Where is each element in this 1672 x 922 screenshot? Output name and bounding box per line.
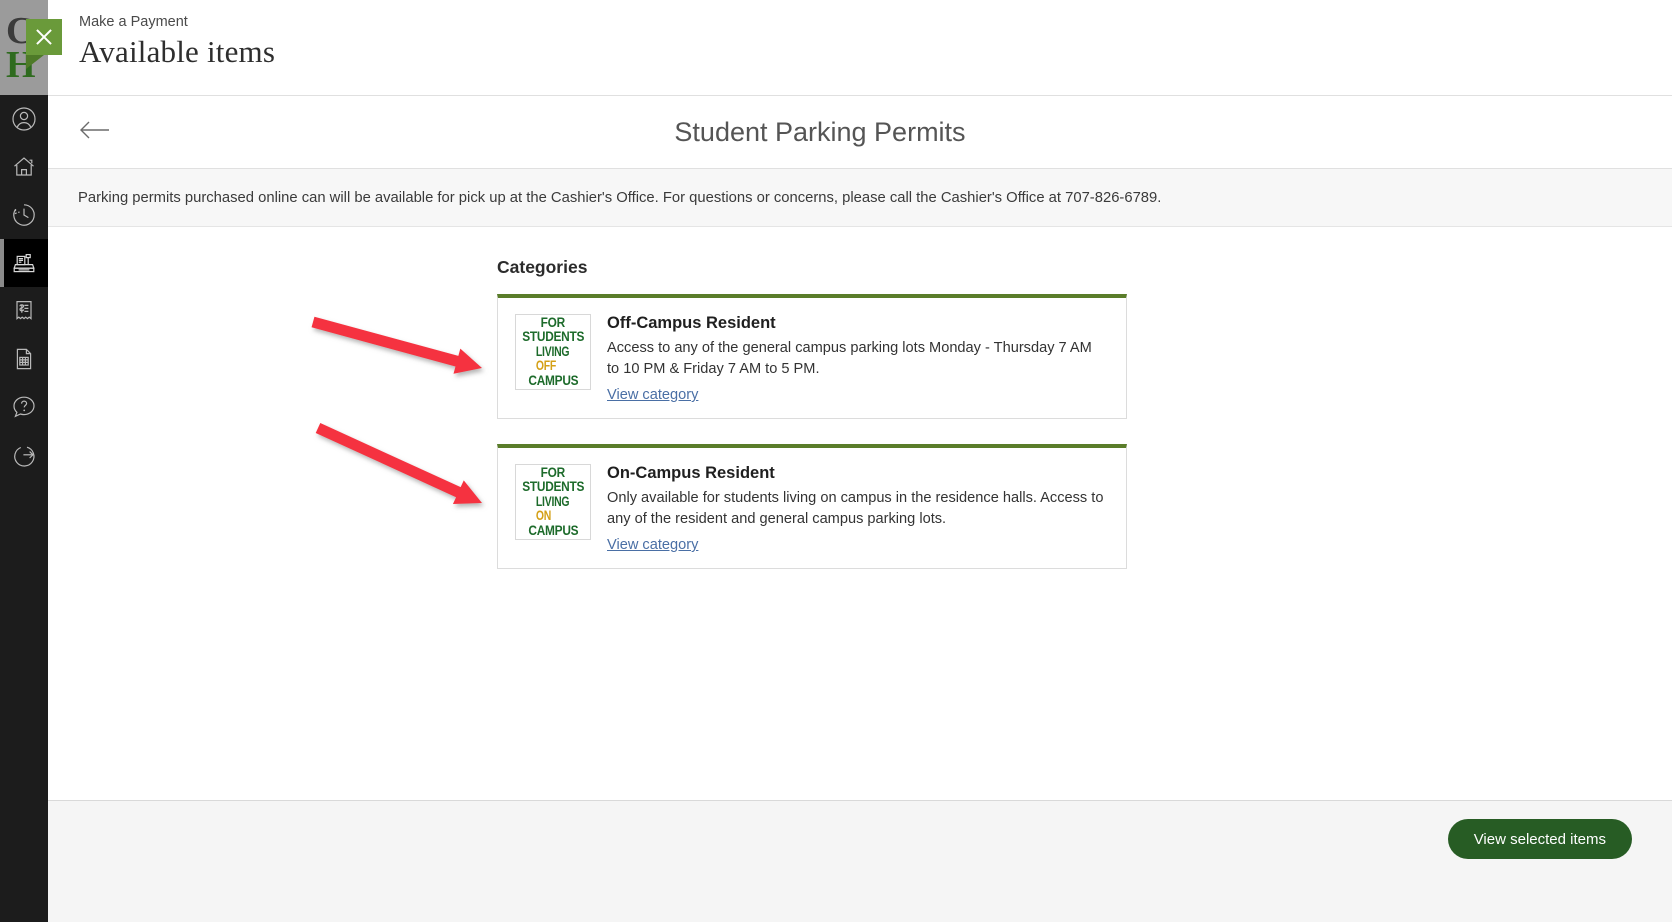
cash-register-icon xyxy=(11,250,37,276)
category-description: Access to any of the general campus park… xyxy=(607,338,1108,380)
subheader: Student Parking Permits xyxy=(48,95,1672,169)
page-header: Make a Payment Available items xyxy=(48,0,1672,95)
category-card-on-campus[interactable]: FOR STUDENTS LIVING ON CAMPUS On-Campus … xyxy=(497,444,1127,569)
help-question-icon xyxy=(11,394,37,420)
thumb-line-1: FOR xyxy=(541,316,565,331)
category-name: On-Campus Resident xyxy=(607,464,1108,483)
view-category-link[interactable]: View category xyxy=(607,537,698,553)
thumb-line-3: LIVING ON xyxy=(534,495,572,524)
close-icon xyxy=(34,27,54,47)
category-thumbnail: FOR STUDENTS LIVING OFF CAMPUS xyxy=(515,314,591,390)
back-button[interactable] xyxy=(78,115,112,149)
sidebar-item-help[interactable] xyxy=(0,383,48,431)
thumb-line-1: FOR xyxy=(541,466,565,481)
document-grid-icon xyxy=(11,346,37,372)
thumb-line-4: CAMPUS xyxy=(528,524,578,539)
footer-bar: View selected items xyxy=(48,800,1672,922)
sidebar-nav: C H xyxy=(0,0,48,922)
home-icon xyxy=(11,154,37,180)
sidebar-item-history[interactable] xyxy=(0,191,48,239)
thumb-line-2: STUDENTS xyxy=(522,330,584,345)
logout-icon xyxy=(11,442,37,468)
subheader-title: Student Parking Permits xyxy=(48,117,1672,148)
notice-banner: Parking permits purchased online can wil… xyxy=(48,169,1672,227)
category-body: On-Campus Resident Only available for st… xyxy=(607,464,1108,554)
sidebar-item-home[interactable] xyxy=(0,143,48,191)
view-category-link[interactable]: View category xyxy=(607,387,698,403)
clock-history-icon xyxy=(11,202,37,228)
categories-section: Categories FOR STUDENTS LIVING OFF CAMPU… xyxy=(497,257,1127,594)
thumb-line-2: STUDENTS xyxy=(522,480,584,495)
sidebar-item-profile[interactable] xyxy=(0,95,48,143)
category-body: Off-Campus Resident Access to any of the… xyxy=(607,314,1108,404)
category-name: Off-Campus Resident xyxy=(607,314,1108,333)
sidebar-item-signout[interactable] xyxy=(0,431,48,479)
user-profile-icon xyxy=(11,106,37,132)
sidebar-item-statements[interactable] xyxy=(0,335,48,383)
categories-heading: Categories xyxy=(497,257,1127,278)
sidebar-item-make-a-payment[interactable] xyxy=(0,239,48,287)
breadcrumb: Make a Payment xyxy=(79,14,1672,30)
receipt-icon xyxy=(11,298,37,324)
close-button[interactable] xyxy=(26,19,62,55)
category-description: Only available for students living on ca… xyxy=(607,488,1108,530)
sidebar-item-list xyxy=(0,95,48,479)
main-content: Categories FOR STUDENTS LIVING OFF CAMPU… xyxy=(48,227,1672,800)
available-items-page: C H xyxy=(0,0,1672,922)
category-thumbnail: FOR STUDENTS LIVING ON CAMPUS xyxy=(515,464,591,540)
thumb-line-4: CAMPUS xyxy=(528,374,578,389)
category-card-off-campus[interactable]: FOR STUDENTS LIVING OFF CAMPUS Off-Campu… xyxy=(497,294,1127,419)
page-title: Available items xyxy=(79,34,1672,70)
notice-text: Parking permits purchased online can wil… xyxy=(78,190,1161,206)
back-arrow-icon xyxy=(79,119,111,146)
thumb-line-3: LIVING OFF xyxy=(534,345,572,374)
view-selected-items-button[interactable]: View selected items xyxy=(1448,819,1632,859)
sidebar-item-billing[interactable] xyxy=(0,287,48,335)
